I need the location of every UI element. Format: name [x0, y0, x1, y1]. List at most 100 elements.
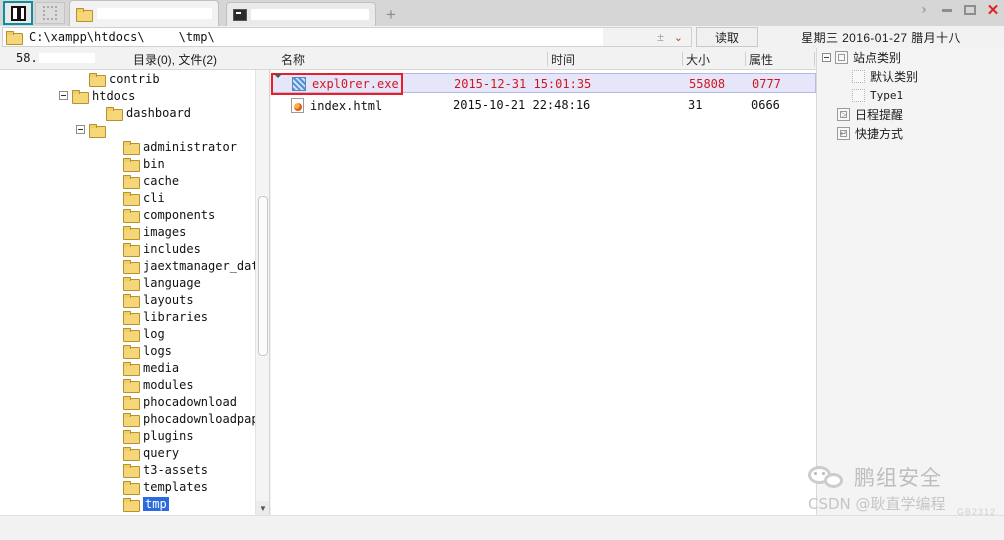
table-row[interactable]: expl0rer.exe 2015-12-31 15:01:35 55808 0777 — [271, 73, 816, 95]
tree-item[interactable]: dashboard — [0, 104, 269, 121]
tree-item[interactable]: language — [0, 274, 269, 291]
tree-item[interactable]: jaextmanager_data — [0, 257, 269, 274]
path-input[interactable]: C:\xampp\htdocs\ \tmp\ ± ⌄ — [2, 27, 692, 47]
file-list-body: expl0rer.exe 2015-12-31 15:01:35 55808 0777… — [271, 73, 816, 115]
tree-item-label: t3-assets — [143, 462, 209, 477]
tree-item-label: modules — [143, 377, 194, 392]
tree-expander-placeholder — [110, 380, 119, 389]
category-item[interactable]: Type1 — [817, 86, 1004, 105]
split-view-icon — [10, 5, 26, 21]
column-header[interactable]: 时间 — [551, 51, 575, 68]
column-divider[interactable] — [814, 52, 815, 66]
sort-caret-icon — [274, 74, 282, 78]
tree-item-label: components — [143, 207, 216, 222]
tree-expander-placeholder — [110, 363, 119, 372]
tree-item[interactable]: layouts — [0, 291, 269, 308]
plus-minus-icon[interactable]: ± — [657, 30, 664, 44]
tree-item[interactable]: contrib — [0, 70, 269, 87]
tree-item[interactable]: images — [0, 223, 269, 240]
column-divider[interactable] — [682, 52, 683, 66]
tree-expander-placeholder — [110, 346, 119, 355]
tree-item[interactable]: tmp — [0, 495, 269, 512]
new-tab-button[interactable]: + — [378, 2, 404, 26]
window-controls: › ✕ — [917, 2, 1000, 18]
tree-item[interactable]: templates — [0, 478, 269, 495]
tree-expander-placeholder — [110, 465, 119, 474]
category-label: 默认类别 — [870, 70, 919, 84]
category-item[interactable]: ▷ 日程提醒 — [817, 105, 1004, 124]
column-divider[interactable] — [745, 52, 746, 66]
folder-icon — [123, 327, 140, 342]
folder-icon — [123, 446, 140, 461]
tree-item[interactable] — [0, 121, 269, 138]
category-item[interactable]: ↵ 快捷方式 — [817, 124, 1004, 143]
category-label: 站点类别 — [853, 51, 902, 65]
tree-item-label: logs — [143, 343, 172, 358]
chevron-down-icon[interactable]: ⌄ — [674, 31, 683, 44]
column-divider[interactable] — [547, 52, 548, 66]
tree-item[interactable]: libraries — [0, 308, 269, 325]
tab-terminal[interactable] — [226, 2, 376, 26]
tree-expander-placeholder — [76, 74, 85, 83]
read-button[interactable]: 读取 — [696, 27, 758, 47]
tree-item[interactable]: htdocs — [0, 87, 269, 104]
tree-item-label: log — [143, 326, 165, 341]
tree-item[interactable]: query — [0, 444, 269, 461]
tree-item[interactable]: plugins — [0, 427, 269, 444]
folder-icon — [123, 191, 140, 206]
column-header[interactable]: 属性 — [749, 51, 773, 68]
tree-item[interactable]: log — [0, 325, 269, 342]
column-header[interactable]: 名称 — [281, 51, 305, 68]
tree-collapse-icon[interactable] — [59, 91, 68, 100]
selection-button[interactable] — [35, 2, 65, 24]
selection-icon — [43, 6, 57, 20]
tree-item[interactable]: components — [0, 206, 269, 223]
path-bar: C:\xampp\htdocs\ \tmp\ ± ⌄ 读取 星期三 2016-01… — [0, 26, 1004, 48]
expand-button[interactable]: › — [917, 2, 931, 18]
tree-item[interactable]: cache — [0, 172, 269, 189]
dotted-box-icon — [852, 70, 865, 83]
tree-item-label: cli — [143, 190, 165, 205]
tree-item[interactable]: administrator — [0, 138, 269, 155]
tree-item[interactable]: cli — [0, 189, 269, 206]
tree-item[interactable]: phocadownload — [0, 393, 269, 410]
tree-item[interactable]: logs — [0, 342, 269, 359]
tree-item[interactable]: media — [0, 359, 269, 376]
tree-item[interactable]: bin — [0, 155, 269, 172]
html-icon — [291, 98, 304, 113]
split-view-button[interactable] — [3, 1, 33, 25]
close-button[interactable]: ✕ — [986, 3, 1000, 18]
folder-icon — [123, 259, 140, 274]
table-row[interactable]: index.html 2015-10-21 22:48:16 31 0666 — [271, 95, 816, 115]
folder-icon — [123, 429, 140, 444]
category-item[interactable]: 站点类别 — [817, 48, 1004, 67]
minimize-button[interactable] — [940, 3, 954, 17]
category-item[interactable]: 默认类别 — [817, 67, 1004, 86]
tree-item[interactable]: modules — [0, 376, 269, 393]
category-collapse-icon[interactable] — [822, 53, 831, 62]
folder-icon — [123, 157, 140, 172]
tree-item-label: htdocs — [92, 88, 136, 103]
tree-item-label: includes — [143, 241, 201, 256]
folder-icon — [123, 174, 140, 189]
file-size: 31 — [688, 98, 703, 112]
tree-item[interactable]: phocadownloadpap — [0, 410, 269, 427]
tree-scrollbar[interactable]: ▼ — [255, 70, 269, 515]
folder-icon — [106, 106, 123, 121]
tree-item-label: plugins — [143, 428, 194, 443]
folder-icon — [123, 208, 140, 223]
column-header[interactable]: 大小 — [686, 51, 710, 68]
tree-expander-placeholder — [110, 482, 119, 491]
maximize-button[interactable] — [963, 3, 977, 17]
tree-scrollbar-thumb[interactable] — [258, 196, 268, 356]
folder-icon — [123, 293, 140, 308]
tree-scroll-down-button[interactable]: ▼ — [256, 501, 269, 515]
tree-item[interactable]: t3-assets — [0, 461, 269, 478]
file-name-cell: index.html — [291, 98, 382, 113]
host-address: 58. — [16, 51, 95, 65]
tree-collapse-icon[interactable] — [76, 125, 85, 134]
path-redaction — [144, 31, 179, 43]
tree-item[interactable]: includes — [0, 240, 269, 257]
tab-explorer[interactable] — [69, 0, 219, 26]
tab-label-redaction — [251, 9, 369, 20]
